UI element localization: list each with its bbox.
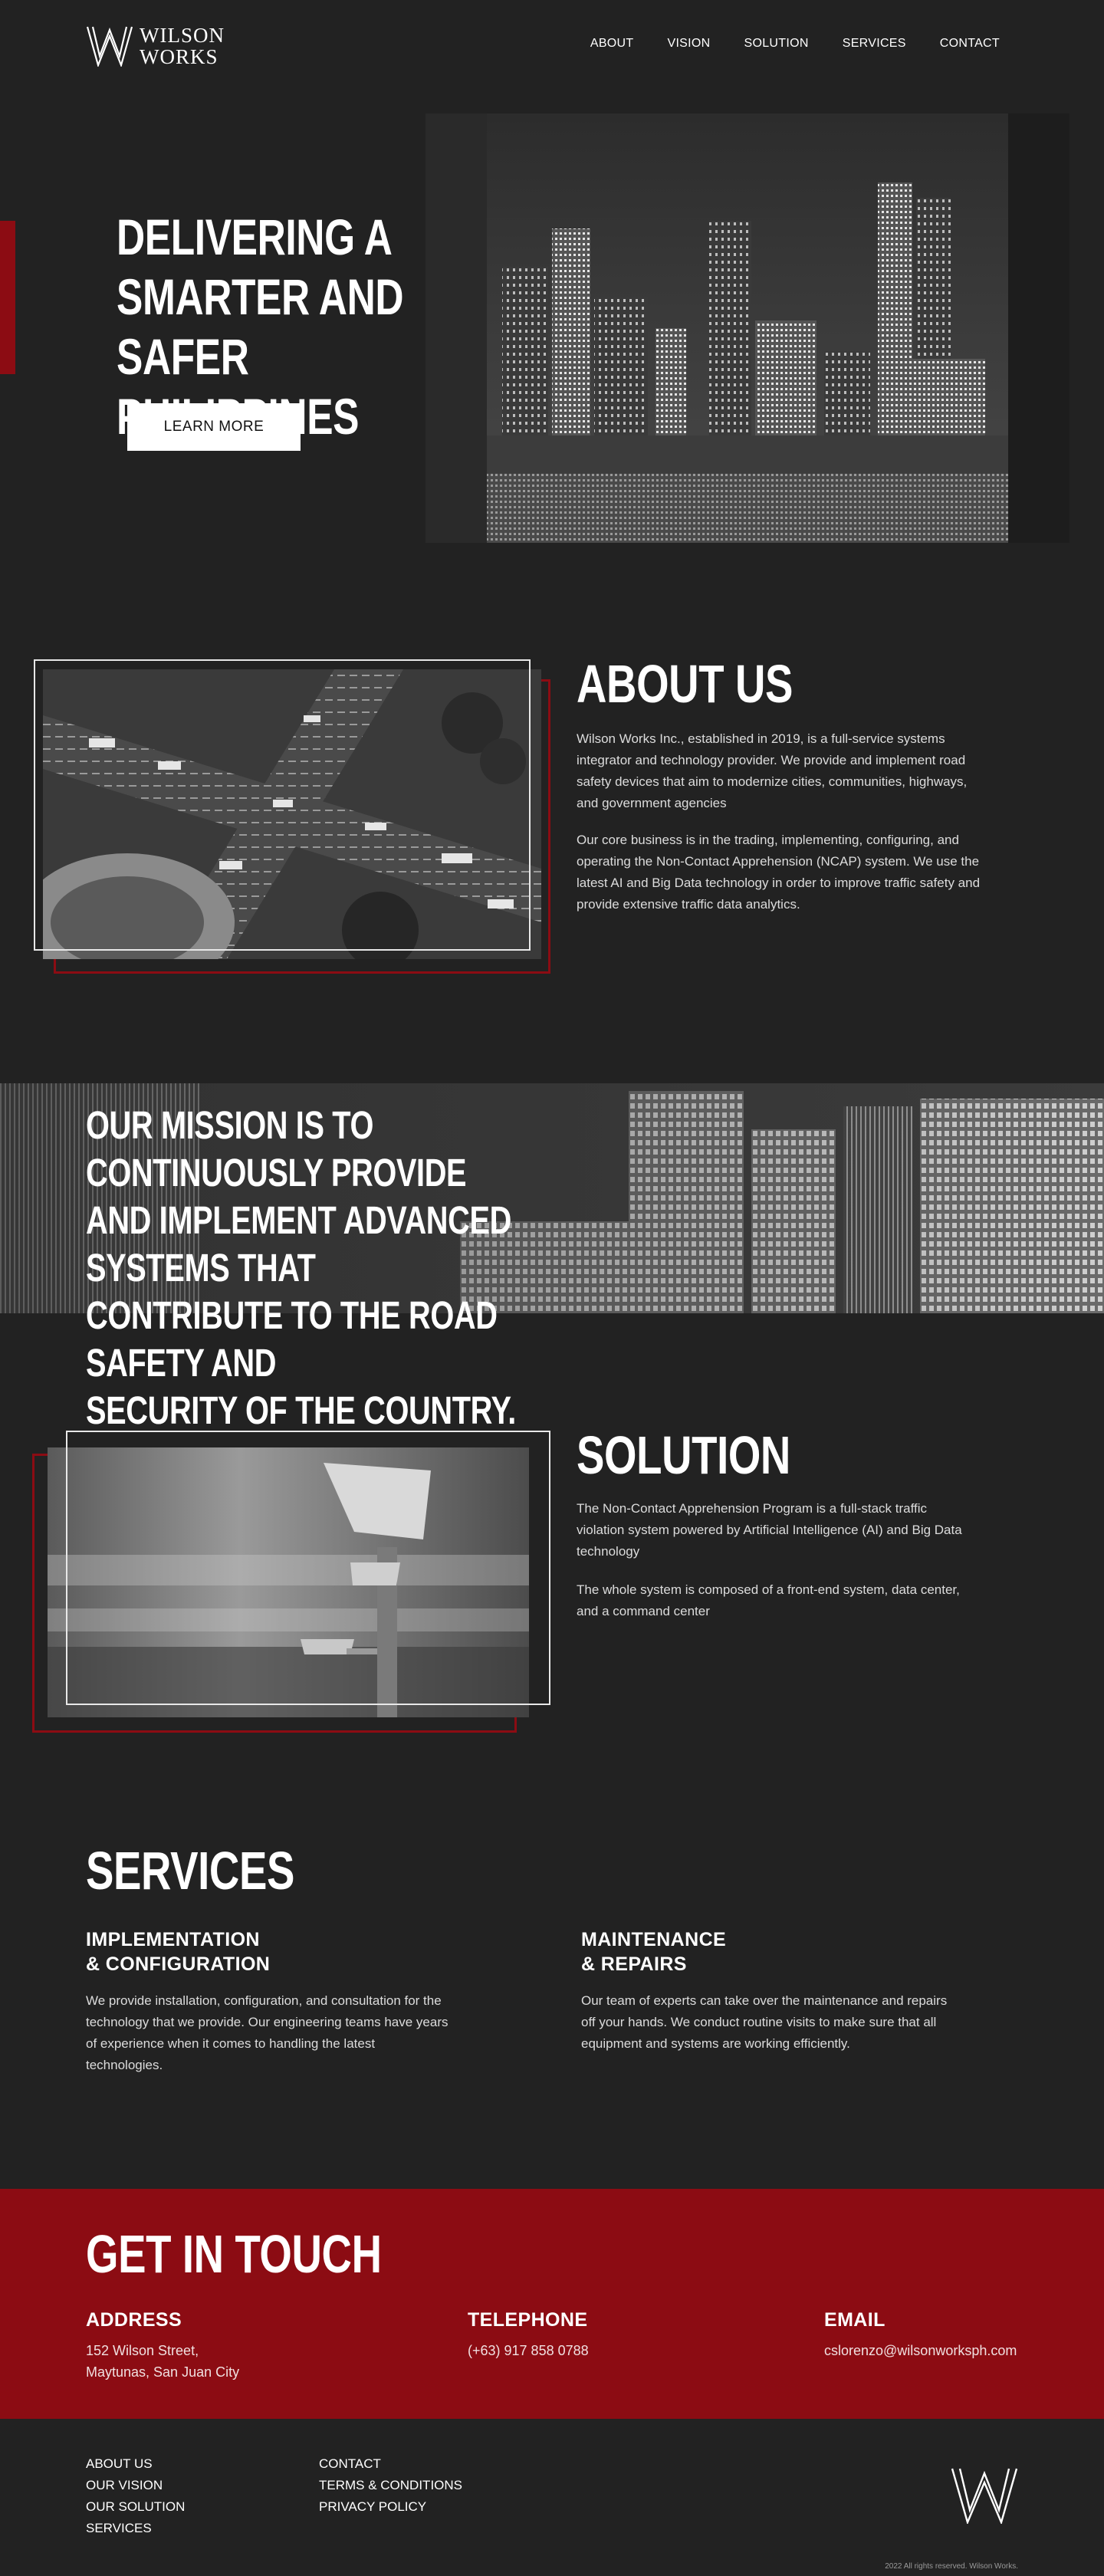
copyright: 2022 All rights reserved. Wilson Works. <box>885 2562 1018 2571</box>
footer-link-privacy[interactable]: PRIVACY POLICY <box>319 2496 462 2518</box>
solution-paragraph-1: The Non-Contact Apprehension Program is … <box>577 1501 962 1559</box>
main-nav: ABOUT VISION SOLUTION SERVICES CONTACT <box>590 37 1000 51</box>
footer-link-contact[interactable]: CONTACT <box>319 2453 462 2475</box>
service-maintenance-title: MAINTENANCE & REPAIRS <box>581 1929 727 1975</box>
solution-image-white-frame <box>66 1431 550 1705</box>
telephone-label: TELEPHONE <box>468 2309 588 2331</box>
mission-statement: OUR MISSION IS TO CONTINUOUSLY PROVIDE A… <box>86 1103 516 1432</box>
about-heading: ABOUT US <box>577 654 794 714</box>
footer-link-about[interactable]: ABOUT US <box>86 2453 185 2475</box>
email-value[interactable]: cslorenzo@wilsonworksph.com <box>824 2340 1017 2361</box>
about-paragraph-1: Wilson Works Inc., established in 2019, … <box>577 731 968 810</box>
telephone-value[interactable]: (+63) 917 858 0788 <box>468 2340 589 2361</box>
footer-link-terms[interactable]: TERMS & CONDITIONS <box>319 2475 462 2496</box>
email-label: EMAIL <box>824 2309 886 2331</box>
service-implementation-title: IMPLEMENTATION & CONFIGURATION <box>86 1929 271 1975</box>
address-label: ADDRESS <box>86 2309 182 2331</box>
about-image-white-frame <box>34 659 531 951</box>
hero-accent-bar <box>0 221 15 374</box>
contact-heading: GET IN TOUCH <box>86 2224 382 2284</box>
service-maintenance-text: Our team of experts can take over the ma… <box>581 1993 948 2051</box>
nav-vision[interactable]: VISION <box>667 37 710 51</box>
footer-w-logo-icon <box>951 2468 1018 2524</box>
about-paragraph-2: Our core business is in the trading, imp… <box>577 833 981 912</box>
brand-name: WILSON WORKS <box>140 24 225 68</box>
nav-contact[interactable]: CONTACT <box>940 37 1000 51</box>
footer-link-services[interactable]: SERVICES <box>86 2518 185 2539</box>
service-implementation-text: We provide installation, configuration, … <box>86 1993 449 2072</box>
nav-solution[interactable]: SOLUTION <box>744 37 809 51</box>
hero-city-image <box>426 113 1070 543</box>
footer-links-col2: CONTACT TERMS & CONDITIONS PRIVACY POLIC… <box>319 2453 462 2518</box>
footer-link-vision[interactable]: OUR VISION <box>86 2475 185 2496</box>
w-logo-icon <box>86 26 133 67</box>
brand-logo[interactable]: WILSON WORKS <box>86 25 232 67</box>
nav-about[interactable]: ABOUT <box>590 37 634 51</box>
solution-paragraph-2: The whole system is composed of a front-… <box>577 1582 960 1618</box>
address-value: 152 Wilson Street, Maytunas, San Juan Ci… <box>86 2343 240 2380</box>
footer-links-col1: ABOUT US OUR VISION OUR SOLUTION SERVICE… <box>86 2453 185 2539</box>
nav-services[interactable]: SERVICES <box>843 37 906 51</box>
services-heading: SERVICES <box>86 1841 295 1901</box>
solution-heading: SOLUTION <box>577 1425 790 1485</box>
learn-more-button[interactable]: LEARN MORE <box>127 403 301 451</box>
footer-link-solution[interactable]: OUR SOLUTION <box>86 2496 185 2518</box>
